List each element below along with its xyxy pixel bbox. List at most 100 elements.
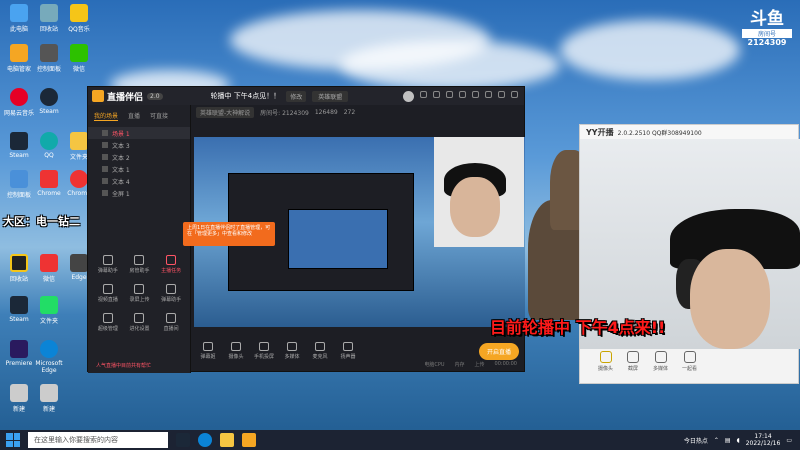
avatar[interactable] bbox=[403, 90, 414, 102]
desktop-icon[interactable]: 控制面板 bbox=[4, 170, 34, 199]
yy-media-button[interactable]: 多媒体 bbox=[653, 351, 668, 372]
tool-room-admin[interactable]: 房管助手 bbox=[124, 255, 156, 274]
desktop-icon[interactable]: QQ bbox=[34, 132, 64, 159]
phone-cast-button[interactable]: 手机投屏 bbox=[250, 342, 278, 360]
tab-live[interactable]: 直播 bbox=[128, 111, 140, 121]
skin-icon[interactable] bbox=[446, 90, 453, 98]
maximize-icon[interactable] bbox=[498, 90, 505, 98]
notification-icon[interactable]: ▭ bbox=[786, 437, 792, 444]
room-number: 2124309 bbox=[747, 38, 787, 47]
live-companion-taskbar-icon[interactable] bbox=[242, 433, 256, 447]
yy-camera-button[interactable]: 摄像头 bbox=[598, 351, 613, 372]
yy-screenshot-button[interactable]: 截屏 bbox=[627, 351, 640, 372]
recycle-bin-icon bbox=[40, 4, 58, 22]
desktop-icon[interactable]: 控制面板 bbox=[34, 44, 64, 73]
desktop-icon[interactable]: 微信 bbox=[34, 254, 64, 283]
desktop-icon[interactable]: 新建 bbox=[4, 384, 34, 413]
tool-super-admin[interactable]: 超级管理 bbox=[92, 313, 124, 332]
desktop-icon[interactable]: 此电脑 bbox=[4, 4, 34, 33]
tab-my-scenes[interactable]: 我的场景 bbox=[94, 111, 119, 121]
room-id: 房间号: 2124309 bbox=[260, 110, 309, 117]
taskbar-clock[interactable]: 17:14 2022/12/16 bbox=[746, 433, 781, 447]
app-icon bbox=[40, 254, 58, 272]
category-badge[interactable]: 英雄联盟-大神解说 bbox=[196, 107, 255, 118]
desktop-icon[interactable]: 电脑管家 bbox=[4, 44, 34, 73]
shield-icon bbox=[102, 313, 113, 323]
room-icon bbox=[166, 313, 177, 323]
microphone-button[interactable]: 麦克风 bbox=[306, 342, 334, 360]
yy-watch-together-button[interactable]: 一起看 bbox=[682, 351, 697, 372]
tool-live-room[interactable]: 直播间 bbox=[155, 313, 187, 332]
edge-icon[interactable] bbox=[198, 433, 212, 447]
tool-video-live[interactable]: 视频直播 bbox=[92, 284, 124, 303]
desktop-icon[interactable]: QQ音乐 bbox=[64, 4, 94, 33]
room-title: 轮播中 下午4点见！！ bbox=[210, 92, 281, 100]
scene-item[interactable]: 文本 4 bbox=[88, 175, 190, 187]
desktop-icon[interactable]: 网易云音乐 bbox=[4, 88, 34, 117]
tool-record-upload[interactable]: 录屏上传 bbox=[124, 284, 156, 303]
camera-button[interactable]: 摄像头 bbox=[222, 342, 250, 360]
folder-icon[interactable] bbox=[220, 433, 234, 447]
tool-anchor-task[interactable]: 主播任务 bbox=[155, 255, 187, 274]
edge-icon bbox=[40, 340, 58, 358]
admin-notice-toast[interactable]: 上周1日在直播伴侣时了直播管理，可在「管理更多」中查看和修改 bbox=[183, 222, 275, 246]
desktop-icon[interactable]: Microsoft Edge bbox=[34, 340, 64, 374]
yy-version: 2.0.2.2510 QQ群308949100 bbox=[617, 129, 702, 137]
text-icon bbox=[102, 166, 108, 172]
scene-item[interactable]: 全屏 1 bbox=[88, 187, 190, 199]
desktop-icon[interactable]: 回收站 bbox=[34, 4, 64, 33]
desktop-icon[interactable]: 新建 bbox=[34, 384, 64, 413]
media-icon bbox=[654, 351, 667, 363]
qq-icon bbox=[40, 132, 58, 150]
premiere-icon bbox=[10, 340, 28, 358]
desktop-icon[interactable]: Steam bbox=[4, 132, 34, 159]
status-bar: 电脑CPU 内存 上传 00:00:00 bbox=[194, 361, 525, 368]
desktop-icon[interactable]: 文件夹 bbox=[34, 296, 64, 325]
sidebar-footer-notice[interactable]: 人气直播中目前共有帮忙 bbox=[96, 362, 151, 369]
tool-danmaku-2[interactable]: 弹幕助手 bbox=[155, 284, 187, 303]
upload-icon bbox=[134, 284, 145, 294]
chevron-up-icon[interactable]: ⌃ bbox=[714, 437, 719, 444]
scene-item[interactable]: 文本 1 bbox=[88, 163, 190, 175]
tab-direct[interactable]: 可直接 bbox=[150, 111, 168, 121]
app-icon bbox=[40, 296, 58, 314]
preview-nested-window-inner bbox=[288, 209, 388, 269]
desktop-icon[interactable]: Steam bbox=[34, 88, 64, 115]
desktop-icon[interactable]: Chrome bbox=[34, 170, 64, 197]
text-icon bbox=[102, 154, 108, 160]
scene-item[interactable]: 场景 1 bbox=[88, 127, 190, 139]
media-icon bbox=[287, 342, 297, 351]
danmaku-button[interactable]: 弹幕姬 bbox=[194, 342, 222, 360]
speaker-button[interactable]: 扬声器 bbox=[334, 342, 362, 360]
game-category-tag[interactable]: 英雄联盟 bbox=[312, 90, 349, 102]
wechat-icon bbox=[70, 44, 88, 62]
menu-icon[interactable] bbox=[472, 90, 479, 98]
memory-status: 内存 bbox=[454, 362, 465, 368]
start-live-button[interactable]: 开启直播 bbox=[478, 342, 519, 360]
tool-advanced-settings[interactable]: 进化设置 bbox=[124, 313, 156, 332]
scene-item[interactable]: 文本 2 bbox=[88, 151, 190, 163]
weather-widget[interactable]: 今日热点 bbox=[684, 436, 708, 445]
taskbar-search-input[interactable]: 在这里输入你要搜索的内容 bbox=[28, 432, 168, 448]
close-icon[interactable] bbox=[511, 90, 518, 98]
minimize-icon[interactable] bbox=[485, 90, 492, 98]
desktop-icon[interactable]: 微信 bbox=[64, 44, 94, 73]
tool-danmaku-assistant[interactable]: 弹幕助手 bbox=[92, 255, 124, 274]
scene-item[interactable]: 文本 3 bbox=[88, 139, 190, 151]
media-button[interactable]: 多媒体 bbox=[278, 342, 306, 360]
text-icon bbox=[102, 142, 108, 148]
windows-start-icon[interactable] bbox=[6, 433, 20, 447]
speaker-icon bbox=[343, 342, 353, 351]
gift-icon[interactable] bbox=[433, 90, 440, 98]
taskview-icon[interactable] bbox=[176, 433, 190, 447]
volume-icon[interactable]: ◖ bbox=[737, 437, 740, 444]
settings-icon[interactable] bbox=[459, 90, 466, 98]
app-icon bbox=[40, 44, 58, 62]
network-icon[interactable]: ▤ bbox=[725, 437, 731, 444]
edit-title-button[interactable]: 修改 bbox=[286, 90, 307, 102]
desktop-icon[interactable]: Steam bbox=[4, 296, 34, 323]
desktop-icon[interactable]: 回收站 bbox=[4, 254, 34, 283]
message-icon[interactable] bbox=[420, 90, 427, 98]
desktop-icon[interactable]: Premiere bbox=[4, 340, 34, 367]
app-icon bbox=[70, 254, 88, 272]
